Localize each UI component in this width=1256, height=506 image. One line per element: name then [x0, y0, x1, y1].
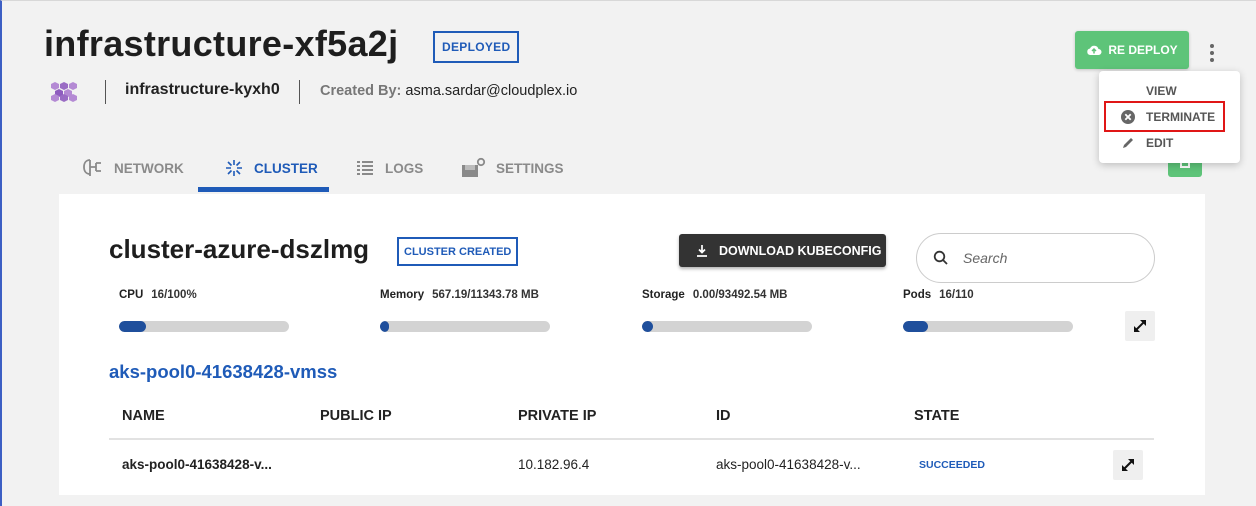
menu-item-label: VIEW — [1146, 84, 1177, 98]
metric-value: 567.19/11343.78 MB — [432, 289, 539, 301]
node-pool-name[interactable]: aks-pool0-41638428-vmss — [109, 361, 337, 383]
created-by-label: Created By: — [320, 83, 402, 99]
table-divider — [109, 438, 1154, 440]
metric-value: 0.00/93492.54 MB — [692, 289, 788, 301]
network-icon — [83, 159, 101, 176]
active-tab-indicator — [198, 187, 329, 192]
memory-progress-bar — [380, 321, 550, 332]
storage-progress-bar — [642, 321, 812, 332]
cluster-status-badge: CLUSTER CREATED — [397, 237, 519, 266]
divider — [105, 80, 106, 104]
metric-label: CPU — [119, 289, 144, 301]
metric-label: Memory — [380, 289, 425, 301]
page-title: infrastructure-xf5a2j — [44, 23, 399, 64]
metric-label: Storage — [642, 289, 685, 301]
cell-name: aks-pool0-41638428-v... — [122, 457, 272, 472]
search-input[interactable] — [963, 250, 1133, 266]
download-label: DOWNLOAD KUBECONFIG — [719, 243, 882, 258]
column-header-public-ip: PUBLIC IP — [320, 408, 392, 424]
search-box[interactable] — [916, 233, 1155, 283]
tab-logs[interactable]: LOGS — [355, 143, 423, 193]
cell-id: aks-pool0-41638428-v... — [716, 457, 861, 472]
expand-metrics-button[interactable] — [1125, 311, 1155, 341]
download-kubeconfig-button[interactable]: DOWNLOAD KUBECONFIG — [679, 234, 886, 267]
terminate-highlight — [1104, 101, 1225, 132]
status-badge: DEPLOYED — [433, 31, 520, 63]
tab-label: CLUSTER — [254, 160, 318, 176]
created-by: Created By: asma.sardar@cloudplex.io — [320, 83, 577, 99]
expand-icon — [1134, 320, 1146, 332]
logs-icon — [357, 161, 373, 175]
divider — [299, 80, 300, 104]
infrastructure-name: infrastructure-kyxh0 — [125, 81, 280, 98]
pods-metric: Pods 16/110 — [903, 289, 974, 301]
cpu-metric: CPU 16/100% — [119, 289, 197, 301]
more-options-icon[interactable] — [1205, 41, 1219, 65]
expand-row-button[interactable] — [1113, 450, 1143, 480]
column-header-state: STATE — [914, 408, 960, 424]
pencil-icon — [1123, 138, 1133, 148]
column-header-private-ip: PRIVATE IP — [518, 408, 597, 424]
metric-value: 16/100% — [151, 289, 197, 301]
progress-fill — [380, 321, 389, 332]
progress-fill — [903, 321, 928, 332]
cluster-icon — [226, 160, 242, 176]
download-icon — [697, 244, 707, 257]
tab-label: SETTINGS — [496, 160, 564, 176]
progress-fill — [642, 321, 653, 332]
menu-item-edit[interactable]: EDIT — [1099, 131, 1240, 155]
pods-progress-bar — [903, 321, 1073, 332]
expand-icon — [1122, 459, 1134, 471]
cell-private-ip: 10.182.96.4 — [518, 457, 590, 472]
cell-state: SUCCEEDED — [919, 459, 985, 471]
cpu-progress-bar — [119, 321, 289, 332]
search-icon — [933, 250, 948, 265]
storage-metric: Storage 0.00/93492.54 MB — [642, 289, 787, 301]
redeploy-button[interactable]: RE DEPLOY — [1075, 31, 1189, 69]
menu-item-view[interactable]: VIEW — [1099, 79, 1240, 103]
app-logo-icon — [51, 82, 77, 102]
settings-icon — [462, 157, 486, 177]
memory-metric: Memory 567.19/11343.78 MB — [380, 289, 539, 301]
tab-settings[interactable]: SETTINGS — [460, 143, 564, 193]
cluster-name: cluster-azure-dszlmg — [109, 234, 370, 264]
cloud-upload-icon — [1087, 45, 1102, 55]
created-by-value: asma.sardar@cloudplex.io — [405, 83, 578, 99]
column-header-name: NAME — [122, 408, 165, 424]
redeploy-label: RE DEPLOY — [1108, 43, 1178, 57]
progress-fill — [119, 321, 147, 332]
tab-label: NETWORK — [114, 160, 184, 176]
tab-network[interactable]: NETWORK — [82, 143, 184, 193]
tab-cluster[interactable]: CLUSTER — [224, 143, 318, 193]
menu-item-label: EDIT — [1146, 136, 1174, 150]
tab-label: LOGS — [385, 160, 424, 176]
metric-value: 16/110 — [939, 289, 974, 301]
metric-label: Pods — [903, 289, 932, 301]
column-header-id: ID — [716, 408, 731, 424]
